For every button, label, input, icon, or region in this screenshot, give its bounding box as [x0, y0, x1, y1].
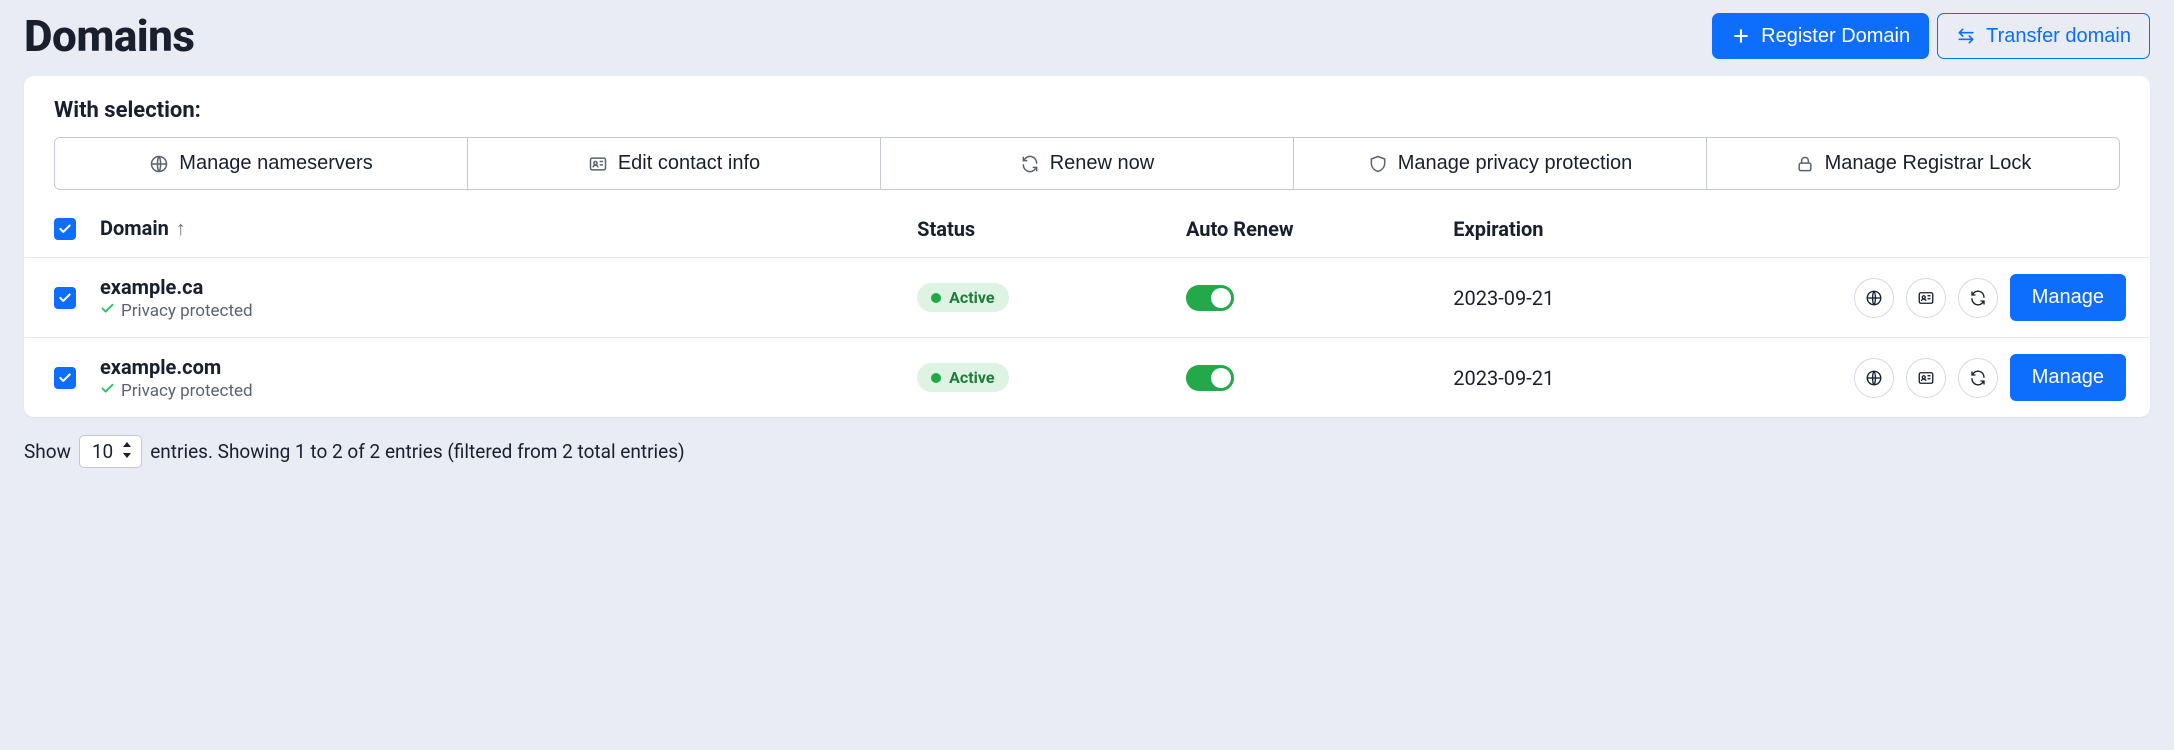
privacy-label: Privacy protected: [121, 381, 253, 401]
column-header-auto-renew[interactable]: Auto Renew: [1174, 200, 1441, 258]
sort-asc-icon: ↑: [171, 216, 186, 240]
shield-icon: [1368, 154, 1388, 174]
row-checkbox[interactable]: [54, 287, 76, 309]
transfer-domain-label: Transfer domain: [1986, 24, 2131, 48]
row-renew-button[interactable]: [1958, 278, 1998, 318]
manage-lock-button[interactable]: Manage Registrar Lock: [1707, 138, 2119, 189]
status-badge: Active: [917, 363, 1008, 392]
page-title: Domains: [24, 10, 195, 62]
status-badge: Active: [917, 283, 1008, 312]
transfer-icon: [1956, 26, 1976, 46]
auto-renew-toggle[interactable]: [1186, 365, 1234, 391]
row-checkbox[interactable]: [54, 367, 76, 389]
status-dot-icon: [931, 293, 941, 303]
page-size-value: 10: [92, 440, 113, 463]
entries-info: entries. Showing 1 to 2 of 2 entries (fi…: [150, 440, 684, 463]
refresh-icon: [1020, 154, 1040, 174]
manage-lock-label: Manage Registrar Lock: [1825, 152, 2032, 175]
manage-nameservers-button[interactable]: Manage nameservers: [55, 138, 468, 189]
select-caret-icon: [121, 440, 133, 463]
lock-icon: [1795, 154, 1815, 174]
domain-name: example.ca: [100, 275, 893, 299]
manage-button[interactable]: Manage: [2010, 274, 2126, 321]
transfer-domain-button[interactable]: Transfer domain: [1937, 13, 2150, 59]
table-row: example.ca Privacy protected Active: [24, 258, 2150, 338]
auto-renew-toggle[interactable]: [1186, 285, 1234, 311]
manage-button[interactable]: Manage: [2010, 354, 2126, 401]
column-header-expiration[interactable]: Expiration: [1441, 200, 1710, 258]
plus-icon: [1731, 26, 1751, 46]
show-label: Show: [24, 440, 71, 463]
row-nameservers-button[interactable]: [1854, 358, 1894, 398]
privacy-label: Privacy protected: [121, 301, 253, 321]
row-contact-button[interactable]: [1906, 278, 1946, 318]
with-selection-label: With selection:: [54, 98, 2120, 123]
table-row: example.com Privacy protected Active: [24, 338, 2150, 418]
column-header-domain[interactable]: Domain ↑: [88, 200, 905, 258]
column-header-domain-label: Domain: [100, 216, 169, 240]
page-size-select[interactable]: 10: [79, 435, 142, 468]
row-nameservers-button[interactable]: [1854, 278, 1894, 318]
status-dot-icon: [931, 373, 941, 383]
domain-name: example.com: [100, 355, 893, 379]
contact-card-icon: [588, 154, 608, 174]
row-renew-button[interactable]: [1958, 358, 1998, 398]
check-icon: [100, 301, 115, 321]
row-contact-button[interactable]: [1906, 358, 1946, 398]
register-domain-label: Register Domain: [1761, 24, 1910, 48]
status-label: Active: [949, 368, 994, 387]
check-icon: [100, 381, 115, 401]
select-all-checkbox[interactable]: [54, 218, 76, 240]
expiration-date: 2023-09-21: [1453, 366, 1554, 390]
manage-privacy-label: Manage privacy protection: [1398, 152, 1633, 175]
renew-now-label: Renew now: [1050, 152, 1155, 175]
register-domain-button[interactable]: Register Domain: [1712, 13, 1929, 59]
column-header-status[interactable]: Status: [905, 200, 1174, 258]
status-label: Active: [949, 288, 994, 307]
manage-nameservers-label: Manage nameservers: [179, 152, 372, 175]
manage-privacy-button[interactable]: Manage privacy protection: [1294, 138, 1707, 189]
bulk-action-group: Manage nameservers Edit contact info Ren…: [54, 137, 2120, 190]
edit-contact-label: Edit contact info: [618, 152, 760, 175]
edit-contact-button[interactable]: Edit contact info: [468, 138, 881, 189]
globe-icon: [149, 154, 169, 174]
renew-now-button[interactable]: Renew now: [881, 138, 1294, 189]
expiration-date: 2023-09-21: [1453, 286, 1554, 310]
domain-table: Domain ↑ Status Auto Renew Expiration ex…: [24, 200, 2150, 417]
